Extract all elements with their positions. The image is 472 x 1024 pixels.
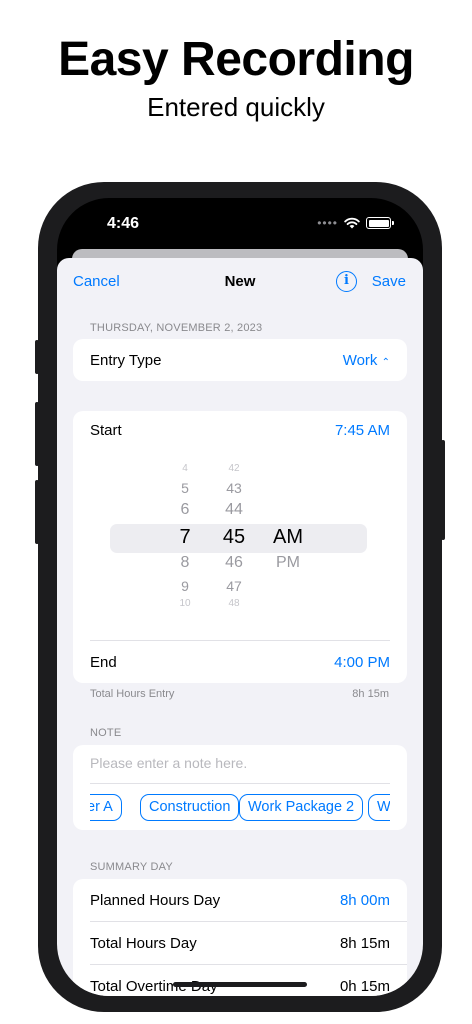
home-indicator[interactable] bbox=[173, 982, 307, 987]
period-selected: AM bbox=[273, 526, 303, 548]
cellular-signal-icon: •••• bbox=[317, 216, 338, 230]
start-label: Start bbox=[90, 422, 122, 439]
wifi-icon bbox=[344, 217, 360, 229]
hour-option: 10 bbox=[179, 598, 191, 609]
start-row[interactable]: Start 7:45 AM bbox=[90, 422, 390, 439]
minute-option: 44 bbox=[225, 501, 243, 518]
tag-chip[interactable]: er A bbox=[90, 794, 122, 821]
entry-type-select[interactable]: Work ⌃ bbox=[343, 352, 390, 369]
period-option: PM bbox=[276, 554, 300, 571]
total-hours-entry-label: Total Hours Entry bbox=[90, 688, 175, 700]
entry-type-label: Entry Type bbox=[90, 352, 162, 369]
hour-option: 6 bbox=[180, 501, 190, 518]
note-input[interactable]: Please enter a note here. bbox=[90, 755, 247, 771]
status-time: 4:46 bbox=[107, 215, 140, 232]
hour-option: 5 bbox=[181, 480, 189, 496]
new-entry-sheet: Cancel New i Save THURSDAY, NOVEMBER 2, … bbox=[57, 258, 423, 996]
summary-header: SUMMARY DAY bbox=[90, 861, 173, 873]
end-row[interactable]: End 4:00 PM bbox=[90, 654, 390, 671]
phone-screen: 4:46 •••• Cancel New i Save THURSDAY, NO… bbox=[57, 198, 423, 996]
note-header: NOTE bbox=[90, 727, 122, 739]
subline: Entered quickly bbox=[147, 92, 325, 122]
save-button[interactable]: Save bbox=[372, 273, 406, 290]
note-card: Please enter a note here. er A Construct… bbox=[73, 745, 407, 830]
divider bbox=[90, 640, 390, 641]
minute-option: 43 bbox=[226, 480, 242, 496]
minute-option: 42 bbox=[228, 463, 240, 474]
total-hours-day-label: Total Hours Day bbox=[90, 935, 197, 952]
hour-option: 8 bbox=[180, 554, 190, 571]
total-hours-day-value: 8h 15m bbox=[339, 935, 390, 952]
battery-icon bbox=[366, 217, 394, 229]
chevron-up-down-icon: ⌃ bbox=[381, 357, 390, 368]
planned-hours-row[interactable]: Planned Hours Day 8h 00m bbox=[90, 892, 390, 909]
time-card: Start 7:45 AM 4 5 6 7 8 9 10 42 43 44 45… bbox=[73, 411, 407, 683]
minute-wheel[interactable]: 42 43 44 45 46 47 48 bbox=[219, 459, 249, 609]
hour-wheel[interactable]: 4 5 6 7 8 9 10 bbox=[170, 459, 200, 609]
status-indicators: •••• bbox=[317, 216, 394, 230]
minute-selected: 45 bbox=[222, 526, 246, 548]
tag-chip-work-package-2[interactable]: Work Package 2 bbox=[239, 794, 364, 821]
headline: Easy Recording bbox=[58, 33, 414, 86]
info-icon[interactable]: i bbox=[336, 271, 357, 292]
total-overtime-value: 0h 15m bbox=[339, 978, 390, 995]
nav-bar: Cancel New i Save bbox=[57, 258, 423, 306]
tag-chip-construction[interactable]: Construction bbox=[140, 794, 240, 821]
entry-type-row[interactable]: Entry Type Work ⌃ bbox=[90, 352, 390, 369]
hour-option: 9 bbox=[181, 578, 189, 594]
end-label: End bbox=[90, 654, 117, 671]
end-value[interactable]: 4:00 PM bbox=[334, 654, 390, 671]
minute-option: 48 bbox=[228, 598, 240, 609]
hour-selected: 7 bbox=[179, 526, 191, 548]
planned-hours-value[interactable]: 8h 00m bbox=[340, 892, 390, 909]
minute-option: 47 bbox=[226, 578, 242, 594]
total-hours-entry-value: 8h 15m bbox=[352, 688, 389, 700]
entry-type-value: Work bbox=[342, 352, 378, 369]
total-hours-day-row: Total Hours Day 8h 15m bbox=[90, 935, 390, 952]
planned-hours-label: Planned Hours Day bbox=[90, 892, 221, 909]
period-wheel[interactable]: AM PM bbox=[268, 459, 308, 571]
divider bbox=[90, 964, 407, 965]
tag-chip-row[interactable]: er A Construction Work Package 2 W bbox=[90, 794, 390, 822]
tag-chip[interactable]: W bbox=[368, 794, 390, 821]
divider bbox=[90, 921, 407, 922]
start-value[interactable]: 7:45 AM bbox=[335, 422, 390, 439]
summary-card: Planned Hours Day 8h 00m Total Hours Day… bbox=[73, 879, 407, 996]
date-header: THURSDAY, NOVEMBER 2, 2023 bbox=[90, 322, 263, 334]
minute-option: 46 bbox=[225, 554, 243, 571]
hour-option: 4 bbox=[182, 463, 188, 474]
entry-type-card: Entry Type Work ⌃ bbox=[73, 339, 407, 381]
dynamic-island bbox=[181, 208, 299, 244]
divider bbox=[90, 783, 390, 784]
nav-title: New bbox=[224, 273, 256, 290]
